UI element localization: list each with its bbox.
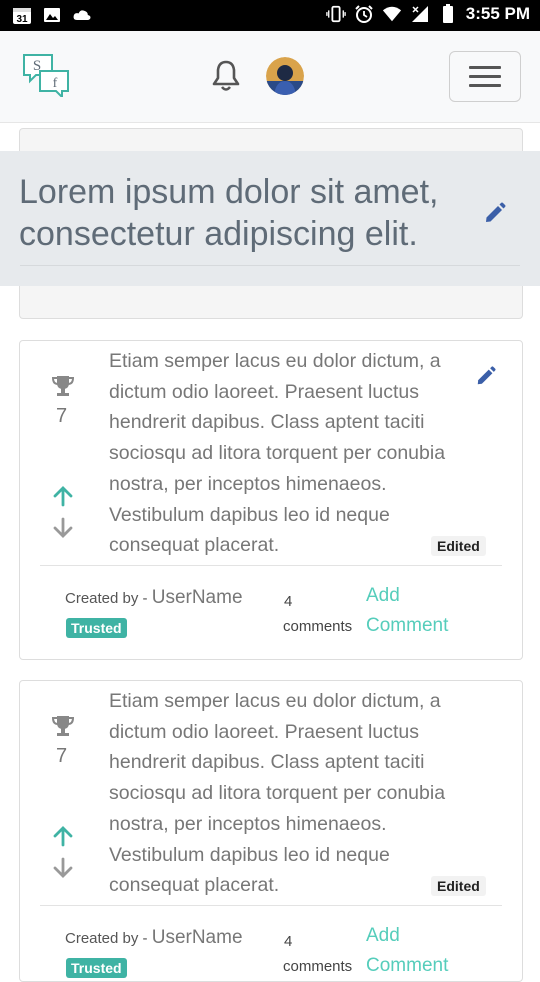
- svg-text:S: S: [33, 58, 41, 74]
- question-title: Lorem ipsum dolor sit amet, consectetur …: [19, 173, 439, 253]
- arrow-down-icon[interactable]: [52, 517, 74, 539]
- author-username[interactable]: UserName: [152, 927, 243, 948]
- author-line: Created by - UserName: [65, 587, 243, 609]
- add-comment-link[interactable]: Add Comment: [366, 921, 476, 981]
- vibrate-icon: [325, 4, 346, 24]
- answer-card: 7 Etiam semper lacus eu dolor dictum, a …: [19, 680, 523, 982]
- user-avatar[interactable]: [266, 57, 304, 95]
- trusted-badge: Trusted: [66, 618, 127, 638]
- trusted-badge: Trusted: [66, 958, 127, 978]
- svg-text:31: 31: [16, 14, 28, 25]
- battery-icon: [438, 4, 458, 24]
- comment-count-label: comments: [283, 618, 353, 635]
- divider: [40, 905, 502, 906]
- clock-time: 3:55 PM: [465, 4, 530, 23]
- edited-badge: Edited: [431, 876, 486, 896]
- edited-badge: Edited: [431, 536, 486, 556]
- bell-icon[interactable]: [208, 58, 244, 94]
- wifi-icon: [382, 4, 402, 24]
- author-username[interactable]: UserName: [152, 587, 243, 608]
- sf-logo[interactable]: S f: [22, 53, 70, 97]
- vote-score: 7: [56, 745, 68, 767]
- cloud-icon: [72, 5, 92, 25]
- comment-count-label: comments: [283, 958, 353, 975]
- answer-card: 7 Etiam semper lacus eu dolor dictum, a …: [19, 340, 523, 660]
- comment-count-number: 4: [284, 933, 293, 950]
- answer-body: Etiam semper lacus eu dolor dictum, a di…: [109, 690, 446, 897]
- pencil-icon[interactable]: [475, 365, 497, 387]
- comment-count: 4 comments: [283, 589, 363, 639]
- menu-toggle-button[interactable]: [449, 51, 521, 102]
- menu-icon: [469, 66, 501, 69]
- question-title-banner: Lorem ipsum dolor sit amet, consectetur …: [0, 151, 540, 286]
- trophy-icon: [50, 373, 76, 399]
- arrow-down-icon[interactable]: [52, 857, 74, 879]
- created-by-label: Created by -: [65, 590, 148, 607]
- image-icon: [42, 5, 62, 25]
- signal-icon: [410, 4, 430, 24]
- comment-count-number: 4: [284, 593, 293, 610]
- divider: [20, 265, 520, 266]
- add-comment-link[interactable]: Add Comment: [366, 581, 476, 641]
- answer-body: Etiam semper lacus eu dolor dictum, a di…: [109, 350, 446, 557]
- vote-score: 7: [56, 405, 68, 427]
- svg-text:f: f: [53, 76, 58, 91]
- trophy-icon: [50, 713, 76, 739]
- top-navbar: S f: [0, 31, 540, 123]
- created-by-label: Created by -: [65, 930, 148, 947]
- arrow-up-icon[interactable]: [52, 825, 74, 847]
- author-line: Created by - UserName: [65, 927, 243, 949]
- divider: [40, 565, 502, 566]
- arrow-up-icon[interactable]: [52, 485, 74, 507]
- alarm-icon: [354, 4, 374, 24]
- calendar-icon: 31: [12, 5, 32, 25]
- comment-count: 4 comments: [283, 929, 363, 979]
- pencil-icon[interactable]: [483, 201, 507, 225]
- status-bar: 31 3:55 PM: [0, 0, 540, 31]
